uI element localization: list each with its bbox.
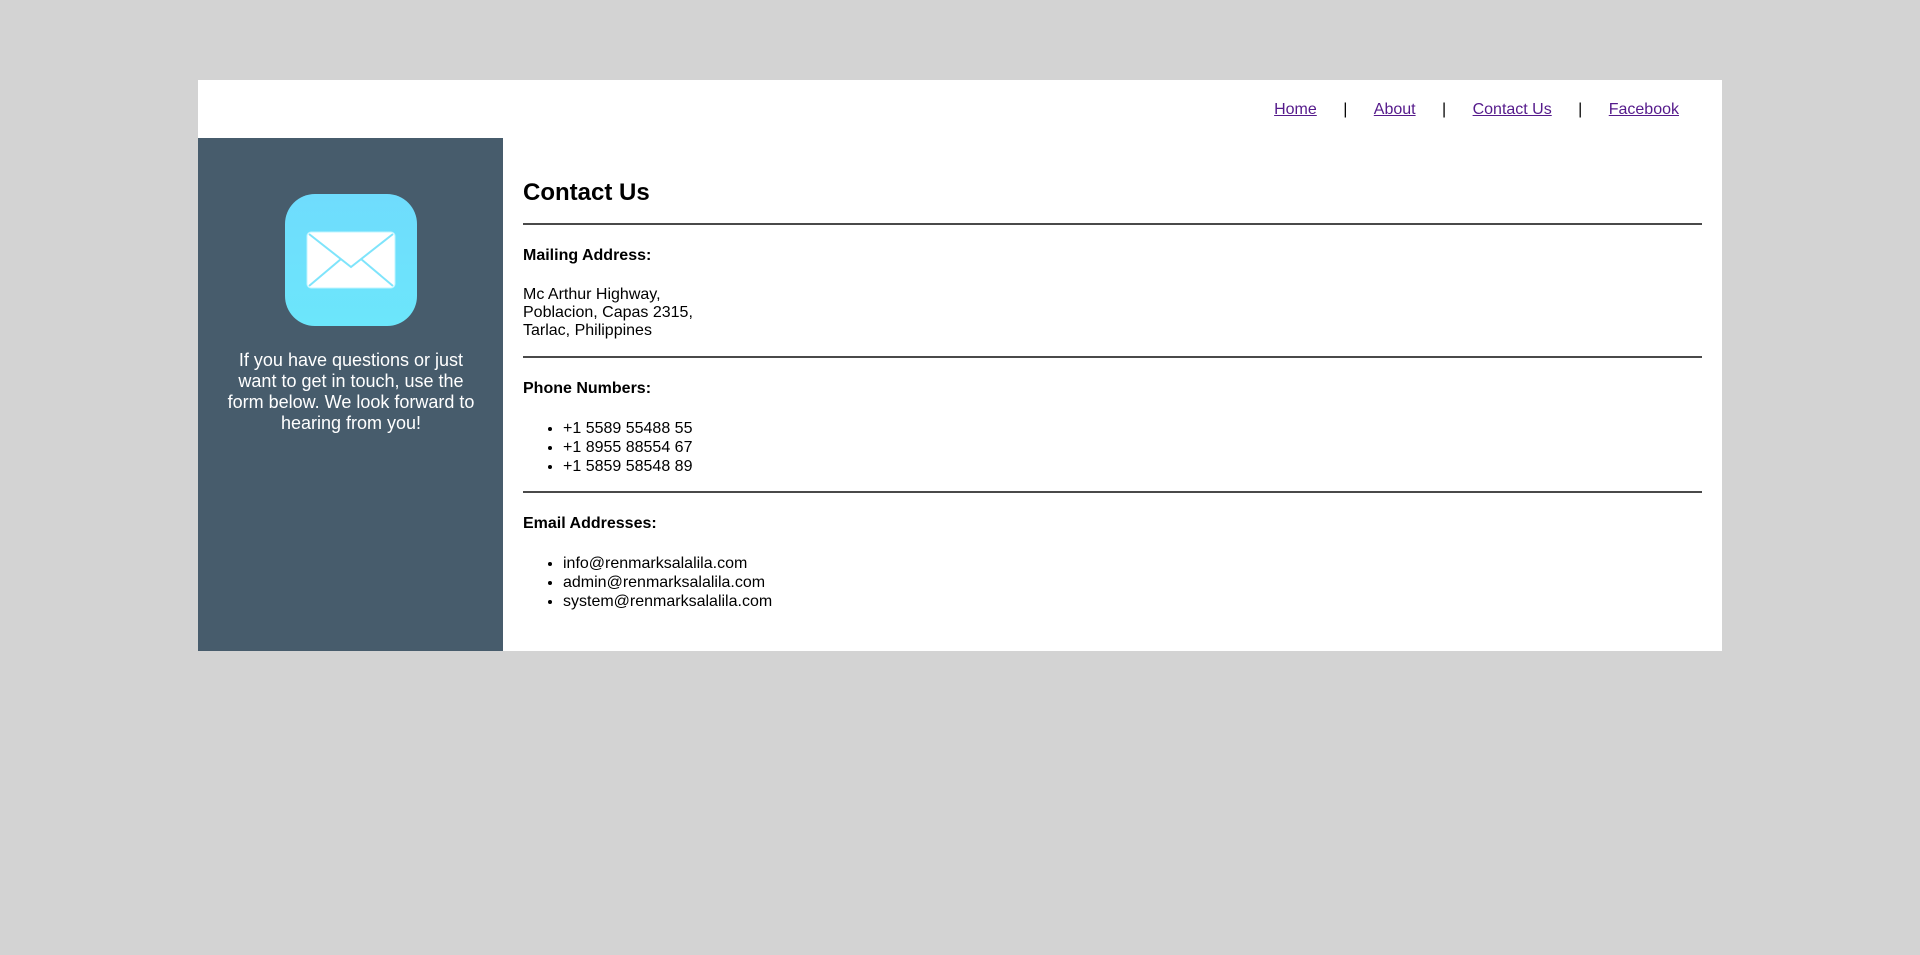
sidebar-message: If you have questions or just want to ge… [227, 350, 475, 433]
phone-item: +1 5589 55488 55 [563, 419, 1702, 438]
main-content: Contact Us Mailing Address: Mc Arthur Hi… [503, 138, 1722, 651]
nav-about-link[interactable]: About [1374, 101, 1416, 119]
divider [523, 223, 1702, 225]
address-line: Mc Arthur Highway, [523, 286, 661, 303]
email-item: system@renmarksalalila.com [563, 592, 1702, 611]
nav-links: Home | About | Contact Us | Facebook [1274, 101, 1679, 119]
mailing-address: Mc Arthur Highway, Poblacion, Capas 2315… [523, 286, 1702, 340]
page-title: Contact Us [523, 179, 650, 206]
page-container: Home | About | Contact Us | Facebook If … [198, 80, 1722, 651]
divider [523, 356, 1702, 358]
email-item: admin@renmarksalalila.com [563, 573, 1702, 592]
nav-separator: | [1442, 101, 1447, 118]
divider [523, 491, 1702, 493]
mailing-address-heading: Mailing Address: [523, 247, 652, 264]
nav-facebook-link[interactable]: Facebook [1609, 101, 1679, 119]
address-line: Tarlac, Philippines [523, 322, 652, 339]
phone-item: +1 5859 58548 89 [563, 457, 1702, 476]
nav-separator: | [1343, 101, 1348, 118]
content-area: If you have questions or just want to ge… [198, 138, 1722, 651]
phone-list: +1 5589 55488 55 +1 8955 88554 67 +1 585… [523, 419, 1702, 476]
email-item: info@renmarksalalila.com [563, 554, 1702, 573]
email-addresses-heading: Email Addresses: [523, 515, 657, 532]
nav-contact-link[interactable]: Contact Us [1473, 101, 1552, 119]
nav-home-link[interactable]: Home [1274, 101, 1317, 119]
phone-item: +1 8955 88554 67 [563, 438, 1702, 457]
nav-separator: | [1578, 101, 1583, 118]
phone-numbers-heading: Phone Numbers: [523, 380, 652, 397]
address-line: Poblacion, Capas 2315, [523, 304, 693, 321]
mail-icon [285, 194, 417, 326]
top-navigation: Home | About | Contact Us | Facebook [198, 80, 1722, 138]
sidebar: If you have questions or just want to ge… [198, 138, 503, 651]
email-list: info@renmarksalalila.com admin@renmarksa… [523, 554, 1702, 611]
